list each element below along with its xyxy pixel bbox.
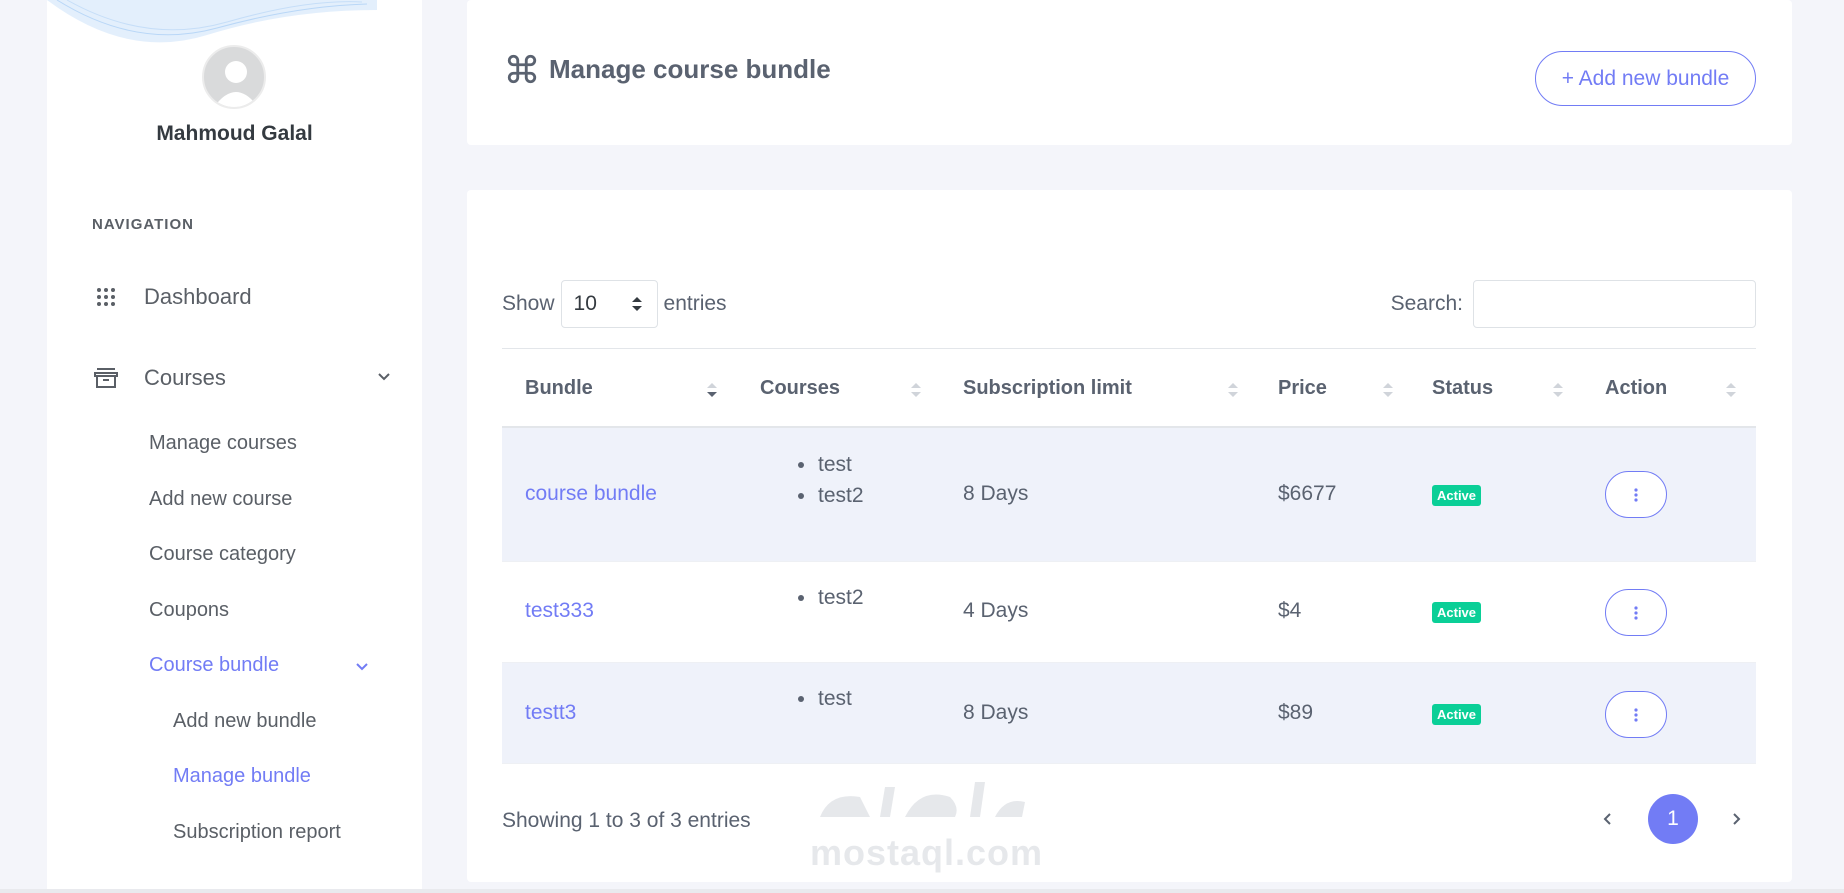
archive-icon (92, 364, 120, 392)
sort-icon (1228, 383, 1238, 397)
sidebar-subitem-subscription-report[interactable]: Subscription report (173, 821, 341, 844)
course-list: test2 (796, 586, 864, 617)
sort-desc-icon (707, 383, 717, 397)
search-control: Search: (1391, 280, 1756, 328)
column-header-bundle[interactable]: Bundle (525, 349, 735, 427)
column-header-label: Price (1278, 376, 1327, 399)
sort-icon (1726, 383, 1736, 397)
table-row: testt3 test 8 Days $89 Active (502, 663, 1756, 764)
sort-icon (1553, 383, 1563, 397)
chevron-down-icon[interactable] (354, 658, 370, 679)
chevron-down-icon[interactable] (376, 368, 392, 389)
column-header-status[interactable]: Status (1432, 349, 1572, 427)
watermark-logo: mostaql.com (810, 772, 1044, 887)
course-list: test (796, 687, 852, 718)
subscription-limit: 8 Days (963, 482, 1029, 505)
pagination-page-button[interactable]: 1 (1648, 794, 1698, 844)
command-icon (507, 54, 537, 84)
column-header-label: Action (1605, 376, 1668, 399)
avatar[interactable] (202, 45, 266, 109)
entries-select[interactable]: 10 (560, 280, 658, 328)
pagination: 1 (1586, 794, 1756, 844)
nav-heading: NAVIGATION (92, 216, 194, 233)
sidebar-subitem-manage-bundle[interactable]: Manage bundle (173, 765, 311, 788)
user-name: Mahmoud Galal (156, 122, 313, 145)
watermark-arabic-logo (820, 782, 1025, 817)
sidebar-item-label: Dashboard (144, 284, 252, 309)
column-header-price[interactable]: Price (1278, 349, 1418, 427)
bundle-name-link[interactable]: test333 (525, 599, 594, 623)
table-row: test333 test2 4 Days $4 Active (502, 562, 1756, 663)
sidebar-subitem-manage-courses[interactable]: Manage courses (149, 432, 297, 455)
course-list: test test2 (796, 453, 864, 515)
page-header-card: Manage course bundle + Add new bundle (467, 0, 1792, 145)
sidebar-subitem-course-category[interactable]: Course category (149, 543, 296, 566)
subscription-limit: 8 Days (963, 701, 1029, 724)
column-header-label: Status (1432, 376, 1494, 399)
entries-label: entries (663, 292, 727, 315)
sidebar-subitem-course-bundle[interactable]: Course bundle (149, 654, 279, 677)
sidebar-item-dashboard[interactable]: Dashboard (92, 277, 392, 317)
user-silhouette-icon (214, 61, 258, 107)
column-header-action[interactable]: Action (1605, 349, 1745, 427)
column-header-label: Courses (760, 376, 841, 399)
entries-length-control: Show 10 entries (502, 280, 727, 328)
price: $89 (1278, 701, 1314, 724)
table-row: course bundle test test2 8 Days $6677 Ac… (502, 428, 1756, 562)
column-header-subscription-limit[interactable]: Subscription limit (963, 349, 1253, 427)
row-actions-button[interactable] (1605, 691, 1667, 738)
column-header-label: Subscription limit (963, 376, 1132, 399)
more-vertical-icon (1634, 605, 1638, 620)
subscription-limit: 4 Days (963, 599, 1029, 622)
column-header-label: Bundle (525, 376, 593, 399)
sidebar-subitem-add-new-bundle[interactable]: Add new bundle (173, 710, 316, 733)
chevron-right-icon[interactable] (1724, 807, 1748, 831)
more-vertical-icon (1634, 707, 1638, 722)
add-new-bundle-button[interactable]: + Add new bundle (1535, 51, 1756, 106)
price: $4 (1278, 599, 1302, 622)
sort-icon (911, 383, 921, 397)
page-title: Manage course bundle (505, 52, 831, 86)
table-info: Showing 1 to 3 of 3 entries (502, 809, 751, 832)
chevron-left-icon[interactable] (1596, 807, 1620, 831)
more-vertical-icon (1634, 487, 1638, 502)
course-list-item: test2 (796, 586, 864, 617)
bundle-name-link[interactable]: course bundle (525, 482, 657, 506)
sidebar-item-courses[interactable]: Courses (92, 358, 392, 398)
show-label: Show (502, 292, 555, 315)
row-actions-button[interactable] (1605, 589, 1667, 636)
column-header-courses[interactable]: Courses (760, 349, 930, 427)
bundle-table: Bundle Courses Subscription limit Price (502, 348, 1756, 764)
course-list-item: test2 (796, 484, 864, 515)
table-header: Bundle Courses Subscription limit Price (502, 348, 1756, 428)
sidebar-item-label: Courses (144, 365, 226, 390)
sidebar-subitem-coupons[interactable]: Coupons (149, 599, 229, 622)
sort-icon (1383, 383, 1393, 397)
sidebar-subitem-add-new-course[interactable]: Add new course (149, 488, 292, 511)
status-badge: Active (1432, 485, 1482, 506)
bottom-divider (0, 889, 1844, 893)
search-label: Search: (1390, 292, 1463, 315)
course-list-item: test (796, 687, 852, 718)
status-badge: Active (1432, 602, 1482, 623)
entries-select-value: 10 (573, 292, 597, 315)
page-title-text: Manage course bundle (549, 53, 831, 84)
sort-arrows-icon (631, 297, 642, 311)
price: $6677 (1278, 482, 1337, 505)
status-badge: Active (1432, 704, 1482, 725)
row-actions-button[interactable] (1605, 471, 1667, 518)
watermark-text: mostaql.com (810, 832, 1044, 873)
search-input[interactable] (1473, 280, 1756, 328)
sidebar: Mahmoud Galal NAVIGATION Dashboard Cours… (47, 0, 422, 893)
course-list-item: test (796, 453, 864, 484)
bundle-table-card: Show 10 entries Search: Bundle Courses S… (467, 190, 1792, 882)
grid-icon (92, 283, 120, 311)
bundle-name-link[interactable]: testt3 (525, 701, 576, 725)
